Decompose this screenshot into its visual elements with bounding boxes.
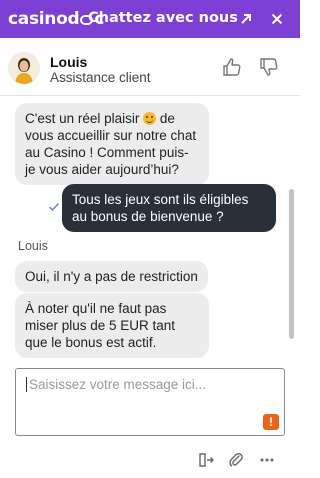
more-options-button[interactable] [258, 451, 276, 469]
close-button[interactable] [267, 9, 287, 29]
message-input[interactable] [26, 377, 266, 392]
agent-avatar-icon [8, 52, 40, 84]
message-list[interactable]: C'est un réel plaisir de vous accueillir… [0, 96, 300, 360]
thumbs-up-icon [223, 58, 241, 76]
chat-title: Chattez avec nous [88, 10, 238, 26]
chat-header: casinod c Chattez avec nous [0, 0, 300, 38]
read-check-icon [49, 203, 60, 212]
agent-message: À noter qu'il ne faut pas miser plus de … [15, 293, 209, 358]
close-icon [271, 13, 283, 25]
agent-message: C'est un réel plaisir de vous accueillir… [15, 103, 209, 185]
transfer-icon [199, 453, 214, 467]
agent-message: Oui, il n'y a pas de restriction [15, 261, 208, 292]
arrow-up-right-icon [241, 14, 251, 24]
brand-text: casinod [8, 9, 80, 29]
sender-name: Louis [18, 239, 48, 253]
alert-icon: ! [263, 414, 279, 430]
user-message: Tous les jeux sont ils éligibles au bonu… [62, 184, 276, 232]
paperclip-icon [229, 452, 243, 467]
attach-button[interactable] [227, 451, 245, 469]
expand-button[interactable] [236, 9, 256, 29]
message-composer: ! [15, 368, 285, 436]
avatar [8, 52, 40, 84]
more-options-icon [260, 458, 274, 462]
thumbs-down-icon [260, 58, 278, 76]
transfer-button[interactable] [197, 451, 215, 469]
agent-role: Assistance client [50, 70, 151, 85]
message-scrollbar[interactable] [289, 189, 294, 339]
agent-name: Louis [50, 54, 88, 70]
thumbs-down-button[interactable] [258, 56, 280, 78]
thumbs-up-button[interactable] [221, 56, 243, 78]
message-text: C'est un réel plaisir [25, 111, 140, 126]
agent-info-bar: Louis Assistance client [0, 38, 300, 96]
smiling-face-icon [143, 112, 157, 125]
